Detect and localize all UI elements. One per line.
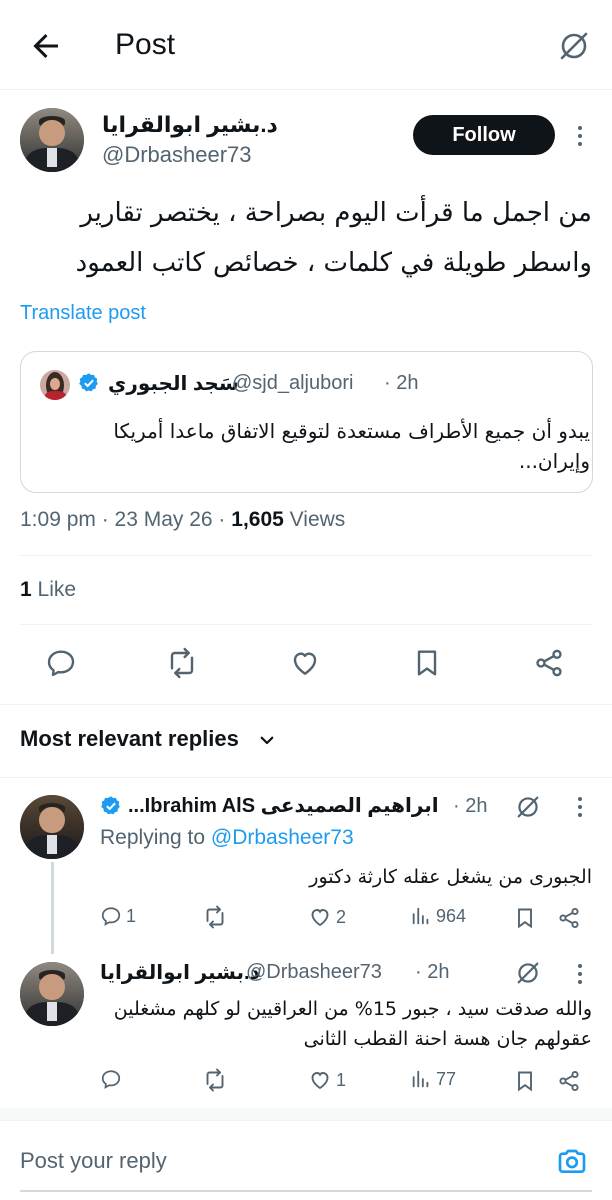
quote-avatar (40, 370, 70, 400)
repost-action[interactable] (203, 1068, 231, 1092)
more-options-icon[interactable] (570, 121, 590, 151)
composer-underline (20, 1190, 592, 1192)
bookmark-icon[interactable] (513, 906, 537, 930)
post-meta: 1:09 pm · 23 May 26 · 1,605 Views (20, 508, 345, 532)
reply-text: الجبورى من يشغل عقله كارثة دكتور (309, 866, 592, 888)
share-icon[interactable] (557, 1069, 581, 1093)
like-icon (311, 1072, 329, 1090)
views-count: 77 (436, 1068, 457, 1089)
grok-icon[interactable] (514, 959, 542, 987)
divider (0, 1120, 612, 1121)
reply-action[interactable] (100, 1068, 126, 1090)
reply-icon[interactable] (45, 647, 77, 679)
grok-icon[interactable] (514, 793, 542, 821)
follow-button[interactable]: Follow (413, 115, 555, 155)
timestamp: 1:09 pm · 23 May 26 · (20, 508, 232, 531)
replies-sort-toggle[interactable]: Most relevant replies (20, 726, 239, 752)
reply-icon (101, 1070, 121, 1089)
grok-icon[interactable] (556, 28, 592, 64)
views-icon (412, 1070, 429, 1088)
thread-line (51, 862, 54, 954)
like-count: 1 (20, 578, 32, 601)
verified-badge-icon (78, 372, 100, 394)
reply-author-name[interactable]: ابراهيم الصميدعى Ibrahim AlS... (128, 793, 439, 818)
repost-action[interactable] (203, 905, 231, 929)
replying-to-handle[interactable]: @Drbasheer73 (211, 826, 354, 849)
like-count: 1 (336, 1069, 347, 1090)
likes-summary[interactable]: 1 Like (20, 578, 76, 602)
post-text: من اجمل ما قرأت اليوم بصراحة ، يختصر تقا… (75, 198, 592, 278)
quote-author-name: سَجد الجبوري (108, 373, 239, 395)
camera-icon[interactable] (556, 1145, 588, 1177)
divider (20, 624, 592, 625)
reply-input[interactable]: Post your reply (20, 1148, 167, 1174)
avatar[interactable] (20, 962, 84, 1026)
more-options-icon[interactable] (570, 792, 590, 822)
views-label: Views (283, 508, 346, 531)
like-label: Like (31, 578, 77, 601)
chevron-down-icon[interactable] (258, 731, 276, 749)
bookmark-icon[interactable] (411, 647, 443, 679)
reply-time: · 2h (453, 795, 488, 817)
quote-time: · 2h (384, 372, 419, 394)
replying-to-prefix: Replying to (100, 826, 211, 849)
avatar[interactable] (20, 795, 84, 859)
arrow-left-icon[interactable] (28, 28, 64, 64)
like-icon[interactable] (289, 647, 321, 679)
quote-text: يبدو أن جميع الأطراف مستعدة لتوقيع الاتف… (113, 419, 590, 473)
views-count[interactable]: 1,605 (231, 508, 284, 531)
repost-icon (206, 1068, 224, 1092)
like-count: 2 (336, 906, 347, 927)
divider (0, 777, 612, 778)
top-app-bar: Post (0, 0, 612, 90)
reply-action[interactable]: 1 (100, 905, 136, 927)
share-icon[interactable] (533, 647, 565, 679)
divider (0, 704, 612, 705)
avatar[interactable] (20, 108, 84, 172)
divider (20, 555, 592, 556)
bookmark-icon[interactable] (513, 1069, 537, 1093)
quote-author-handle: @sjd_aljubori (232, 372, 354, 394)
repost-icon (206, 905, 224, 929)
translate-link[interactable]: Translate post (20, 302, 146, 325)
like-action[interactable]: 2 (308, 905, 346, 929)
reply-text: والله صدقت سيد ، جبور 15% من العراقيين ل… (113, 998, 592, 1050)
like-action[interactable]: 1 (308, 1068, 346, 1092)
like-icon (311, 909, 329, 927)
divider (0, 1108, 612, 1120)
views-icon (412, 907, 429, 925)
verified-badge-icon (100, 795, 122, 817)
views-action[interactable]: 77 (410, 1068, 456, 1090)
reply-author-name[interactable]: د.بشير ابوالقرايا (100, 960, 260, 985)
author-name[interactable]: د.بشير ابوالقرايا (102, 112, 278, 138)
reply-time: · 2h (415, 961, 450, 983)
views-count: 964 (436, 905, 467, 926)
replying-to: Replying to @Drbasheer73 (100, 826, 354, 850)
reply-count: 1 (126, 905, 137, 926)
views-action[interactable]: 964 (410, 905, 466, 927)
more-options-icon[interactable] (570, 959, 590, 989)
share-icon[interactable] (557, 906, 581, 930)
reply-icon (101, 907, 121, 926)
repost-icon[interactable] (166, 647, 198, 679)
page-title: Post (115, 28, 176, 61)
reply-author-handle[interactable]: @Drbasheer73 (246, 961, 382, 984)
replies-sort-label: Most relevant replies (20, 726, 239, 751)
author-handle[interactable]: @Drbasheer73 (102, 142, 252, 168)
